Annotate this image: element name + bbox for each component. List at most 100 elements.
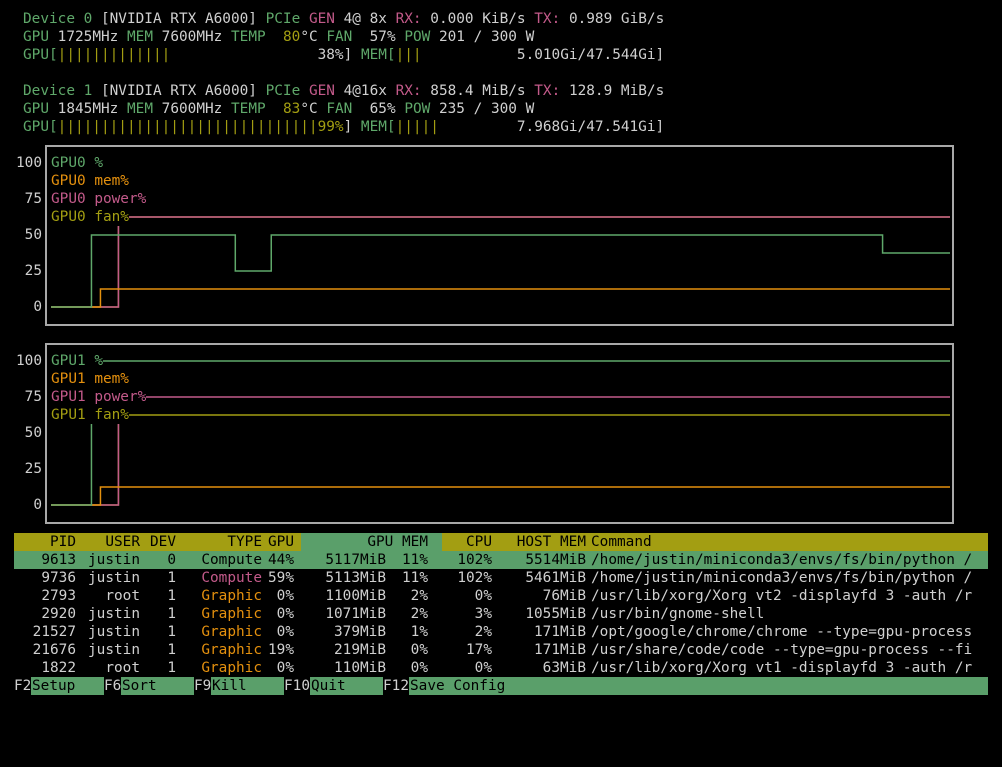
quit-button[interactable]: Quit [311,677,383,695]
ytick: 25 [24,263,42,279]
function-key-bar: F2 Setup F6 Sort F9 Kill F10 Quit F12 Sa… [14,677,988,695]
table-row[interactable]: 1822 root 1 Graphic 0% 110MiB 0% 0% 63MiB/usr/li… [14,659,988,677]
col-user[interactable]: USER [84,533,140,551]
cell-gpu: 0% [276,606,294,622]
cell-command: /opt/google/chrome/chrome --type=gpu-pro… [591,624,973,640]
ytick: 100 [16,155,42,171]
cell-pid: 9736 [41,570,76,586]
series-line-power [51,216,950,308]
ytick: 100 [16,353,42,369]
cell-cpu: 102% [457,552,492,568]
cell-type: Compute [201,552,262,568]
col-host-mem[interactable]: HOST MEM [502,533,586,551]
legend-gpu: GPU0 % [51,154,103,172]
cell-pid: 2793 [41,588,76,604]
cell-gpu: 0% [276,660,294,676]
col-dev[interactable]: DEV [150,533,176,551]
cell-user: justin [88,606,140,622]
cell-command: /home/justin/miniconda3/envs/fs/bin/pyth… [591,570,973,586]
table-row[interactable]: 9736 justin 1 Compute 59% 5113MiB 11% 102% 5461M… [14,569,988,587]
table-row[interactable]: 2920 justin 1 Graphic 0% 1071MiB 2% 3% 1055MiB/u… [14,605,988,623]
col-gpu[interactable]: GPU [262,533,294,551]
cell-dev: 1 [167,606,176,622]
table-row[interactable]: 21676 justin 1 Graphic 19% 219MiB 0% 17% 171MiB /… [14,641,988,659]
series-line-gpu [51,234,950,308]
cell-gpu-mem-pct: 2% [410,606,428,622]
cell-host-mem: 171MiB [534,624,586,640]
process-table-header: PID USER DEV TYPE GPU GPU MEM CPU HOST M… [14,533,988,551]
cell-dev: 0 [167,552,176,568]
cell-pid: 9613 [41,552,76,568]
cell-user: justin [88,570,140,586]
col-type[interactable]: TYPE [194,533,262,551]
legend-power: GPU1 power% [51,388,147,406]
cell-dev: 1 [167,660,176,676]
cell-cpu: 0% [474,588,492,604]
table-row-selected[interactable]: 9613 justin 0 Compute 44% 5117MiB 11% 102% 5514M… [14,551,988,569]
setup-button[interactable]: Setup [32,677,104,695]
sort-button[interactable]: Sort [122,677,194,695]
series-line-power [51,396,950,506]
legend-gpu: GPU1 % [51,352,103,370]
cell-command: /usr/share/code/code --type=gpu-process … [591,642,973,658]
series-line-fan [51,414,950,506]
cell-gpu-mem: 219MiB [334,642,386,658]
cell-gpu-mem: 5113MiB [325,570,386,586]
cell-gpu: 0% [276,588,294,604]
cell-host-mem: 63MiB [542,660,586,676]
col-gpu-mem[interactable]: GPU MEM [344,533,428,551]
ytick: 75 [24,389,42,405]
cell-cpu: 102% [457,570,492,586]
f9-key: F9 [194,677,212,695]
col-command[interactable]: Command [591,533,652,551]
col-cpu[interactable]: CPU [434,533,492,551]
cell-type: Graphic [201,588,262,604]
cell-pid: 2920 [41,606,76,622]
cell-host-mem: 1055MiB [525,606,586,622]
cell-gpu-mem-pct: 0% [410,660,428,676]
cell-gpu: 19% [268,642,294,658]
cell-type: Compute [201,570,262,586]
ytick: 75 [24,191,42,207]
cell-cpu: 17% [466,642,492,658]
f2-key: F2 [14,677,32,695]
cell-host-mem: 5514MiB [525,552,586,568]
f6-key: F6 [104,677,122,695]
ytick: 0 [33,299,42,315]
cell-host-mem: 76MiB [542,588,586,604]
table-row[interactable]: 21527 justin 1 Graphic 0% 379MiB 1% 2% 171MiB/op… [14,623,988,641]
cell-command: /usr/bin/gnome-shell [591,606,765,622]
f10-key: F10 [284,677,310,695]
cell-command: /usr/lib/xorg/Xorg vt2 -displayfd 3 -aut… [591,588,973,604]
cell-pid: 1822 [41,660,76,676]
cell-gpu-mem: 1071MiB [325,606,386,622]
legend-power: GPU0 power% [51,190,147,208]
cell-user: justin [88,642,140,658]
cell-dev: 1 [167,588,176,604]
cell-type: Graphic [201,660,262,676]
cell-gpu-mem-pct: 11% [402,552,428,568]
cell-type: Graphic [201,642,262,658]
cell-pid: 21676 [32,642,76,658]
cell-gpu: 0% [276,624,294,640]
cell-user: justin [88,624,140,640]
table-row[interactable]: 2793 root 1 Graphic 0% 1100MiB 2% 0% 76MiB/usr/l… [14,587,988,605]
cell-gpu-mem: 379MiB [334,624,386,640]
series-line-mem [51,288,950,308]
col-pid[interactable]: PID [14,533,76,551]
cell-gpu-mem: 1100MiB [325,588,386,604]
kill-button[interactable]: Kill [212,677,284,695]
series-line-gpu [51,360,950,506]
cell-user: root [105,660,140,676]
gpu0-chart-plot [51,216,950,308]
cell-gpu-mem: 5117MiB [325,552,386,568]
cell-dev: 1 [167,642,176,658]
f12-key: F12 [383,677,409,695]
legend-mem: GPU0 mem% [51,172,129,190]
cell-type: Graphic [201,606,262,622]
save-config-button[interactable]: Save Config [410,677,988,695]
ytick: 0 [33,497,42,513]
cell-gpu-mem: 110MiB [334,660,386,676]
series-line-mem [51,486,950,506]
cell-host-mem: 171MiB [534,642,586,658]
